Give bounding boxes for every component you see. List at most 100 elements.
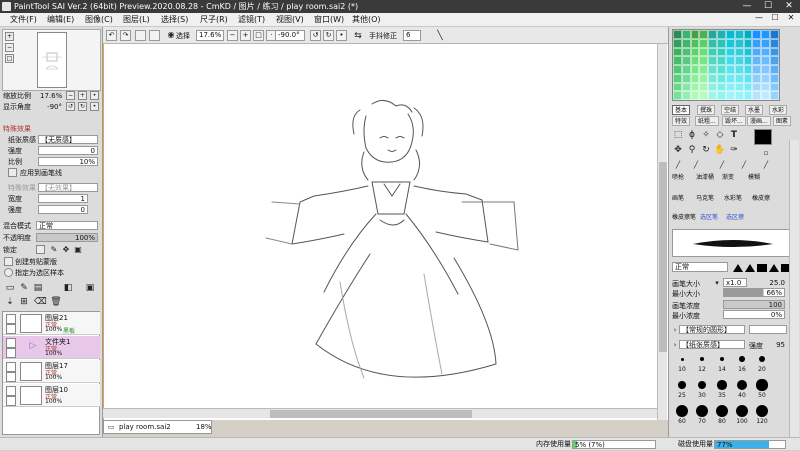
palette-swatch[interactable] — [725, 56, 735, 65]
menu-window[interactable]: 窗口(W) — [314, 14, 344, 25]
palette-swatch[interactable] — [770, 30, 779, 39]
palette-swatch[interactable] — [752, 65, 762, 74]
lock-move-icon[interactable]: ✥ — [60, 244, 72, 256]
redo-icon[interactable]: ↷ — [120, 30, 131, 41]
maximize-button[interactable]: ☐ — [758, 0, 778, 13]
palette-swatch[interactable] — [708, 73, 718, 83]
doc-maximize-button[interactable]: ☐ — [768, 13, 782, 26]
new-layer-icon[interactable]: ▭ — [4, 282, 16, 294]
palette-swatch[interactable] — [725, 73, 735, 83]
palette-swatch[interactable] — [708, 30, 718, 39]
palette-swatch[interactable] — [681, 47, 691, 57]
effects-section-header[interactable]: 特殊效果 — [0, 124, 103, 134]
straight-line-icon[interactable]: ╲ — [434, 30, 446, 42]
tab-paper[interactable]: 纸粗... — [695, 116, 719, 126]
palette-swatch[interactable] — [725, 30, 735, 39]
angle-ccw-button[interactable]: ↺ — [66, 102, 75, 111]
palette-swatch[interactable] — [734, 73, 744, 83]
menu-view[interactable]: 视图(V) — [276, 14, 304, 25]
palette-swatch[interactable] — [681, 56, 691, 65]
mask-icon[interactable]: ◧ — [62, 282, 74, 294]
palette-swatch[interactable] — [690, 56, 700, 65]
nav-fit-button[interactable]: □ — [5, 54, 14, 63]
brush-size-value[interactable]: 25.0 — [749, 279, 785, 287]
palette-swatch[interactable] — [708, 65, 718, 74]
palette-swatch[interactable] — [699, 38, 709, 48]
brush-shape-strength[interactable] — [749, 325, 787, 334]
palette-swatch[interactable] — [690, 30, 700, 39]
palette-swatch[interactable] — [743, 82, 753, 92]
close-button[interactable]: ✕ — [779, 0, 799, 13]
stabilizer-select[interactable]: 6 — [403, 30, 421, 41]
palette-swatch[interactable] — [761, 56, 771, 65]
palette-swatch[interactable] — [717, 91, 726, 100]
navigator-panel[interactable]: + − □ — [2, 29, 101, 91]
layer-edit-icon[interactable] — [6, 372, 16, 382]
new-pen-layer-icon[interactable]: ✎ — [18, 282, 30, 294]
deselect-icon[interactable] — [135, 30, 146, 41]
palette-swatch[interactable] — [752, 30, 762, 39]
tool-brush[interactable]: 画笔 — [672, 193, 684, 202]
undo-icon[interactable]: ↶ — [106, 30, 117, 41]
airbrush-tool-icon[interactable]: ╱ — [716, 159, 728, 171]
rotate-ccw-icon[interactable]: ↺ — [310, 30, 321, 41]
minimize-button[interactable]: — — [737, 0, 757, 13]
palette-swatch[interactable] — [673, 73, 682, 83]
palette-swatch[interactable] — [681, 82, 691, 92]
lock-all-icon[interactable]: ▣ — [72, 244, 84, 256]
clip-checkbox[interactable] — [4, 257, 13, 266]
palette-swatch[interactable] — [761, 91, 771, 100]
tab-material[interactable]: 图素 — [773, 116, 792, 126]
size-multiplier-dropdown-icon[interactable]: ▾ — [711, 277, 723, 289]
palette-swatch[interactable] — [699, 56, 709, 65]
palette-swatch[interactable] — [734, 38, 744, 48]
brush-size-dot[interactable] — [758, 355, 766, 363]
zoom-value[interactable]: 17.6% — [40, 91, 62, 101]
palette-swatch[interactable] — [699, 82, 709, 92]
tab-watercolor[interactable]: 水彩 — [769, 105, 788, 115]
shape-soft-icon[interactable] — [745, 264, 755, 272]
menu-layer[interactable]: 图层(L) — [123, 14, 150, 25]
palette-swatch[interactable] — [681, 65, 691, 74]
marker-tool-icon[interactable]: ╱ — [738, 159, 750, 171]
menu-image[interactable]: 图像(C) — [85, 14, 113, 25]
opacity-slider[interactable]: 100% — [36, 233, 98, 242]
brush-size-dot[interactable] — [676, 405, 688, 417]
tool-eraser-pen[interactable]: 橡皮擦笔 — [672, 212, 696, 221]
palette-swatch[interactable] — [699, 73, 709, 83]
palette-swatch[interactable] — [761, 82, 771, 92]
lasso-icon[interactable]: ϕ — [686, 129, 698, 141]
shape-square-icon[interactable] — [757, 264, 767, 272]
rect-select-icon[interactable]: ⬚ — [672, 129, 684, 141]
tool-bucket[interactable]: 油漆桶 — [696, 172, 714, 181]
layer-item[interactable]: 图层21 正常 100% 黑板 — [3, 312, 100, 335]
palette-swatch[interactable] — [725, 38, 735, 48]
palette-swatch[interactable] — [743, 47, 753, 57]
palette-swatch[interactable] — [743, 56, 753, 65]
blend-select[interactable]: 正常 — [36, 221, 98, 230]
palette-swatch[interactable] — [743, 30, 753, 39]
brush-texture-strength-value[interactable]: 95 — [767, 341, 785, 349]
palette-swatch[interactable] — [717, 47, 726, 57]
palette-swatch[interactable] — [761, 47, 771, 57]
brush-size-dot[interactable] — [678, 381, 686, 389]
layer-delete-icon[interactable]: 🗑 — [50, 296, 62, 308]
canvas-vertical-scrollbar[interactable] — [657, 44, 667, 420]
palette-swatch[interactable] — [699, 65, 709, 74]
tool-airbrush[interactable]: 喷枪 — [672, 172, 684, 181]
angle-reset-button[interactable]: • — [90, 102, 99, 111]
shape-hard-icon[interactable] — [769, 264, 779, 272]
layer-edit-icon[interactable] — [6, 396, 16, 406]
palette-swatch[interactable] — [717, 38, 726, 48]
document-tab[interactable]: ▭ play room.sai2 18% — [103, 420, 212, 434]
palette-swatch[interactable] — [743, 91, 753, 100]
palette-swatch[interactable] — [752, 73, 762, 83]
layer-visibility-icon[interactable] — [6, 338, 16, 348]
zoom-field[interactable]: 17.6% — [196, 30, 224, 41]
palette-swatch[interactable] — [734, 47, 744, 57]
tool-eraser[interactable]: 橡皮擦 — [752, 193, 770, 202]
layer-transfer-icon[interactable]: ⇣ — [4, 296, 16, 308]
nav-zoom-in-button[interactable]: + — [5, 32, 14, 41]
layer-edit-icon[interactable] — [6, 324, 16, 334]
pencil-tool-icon[interactable]: ╱ — [690, 159, 702, 171]
